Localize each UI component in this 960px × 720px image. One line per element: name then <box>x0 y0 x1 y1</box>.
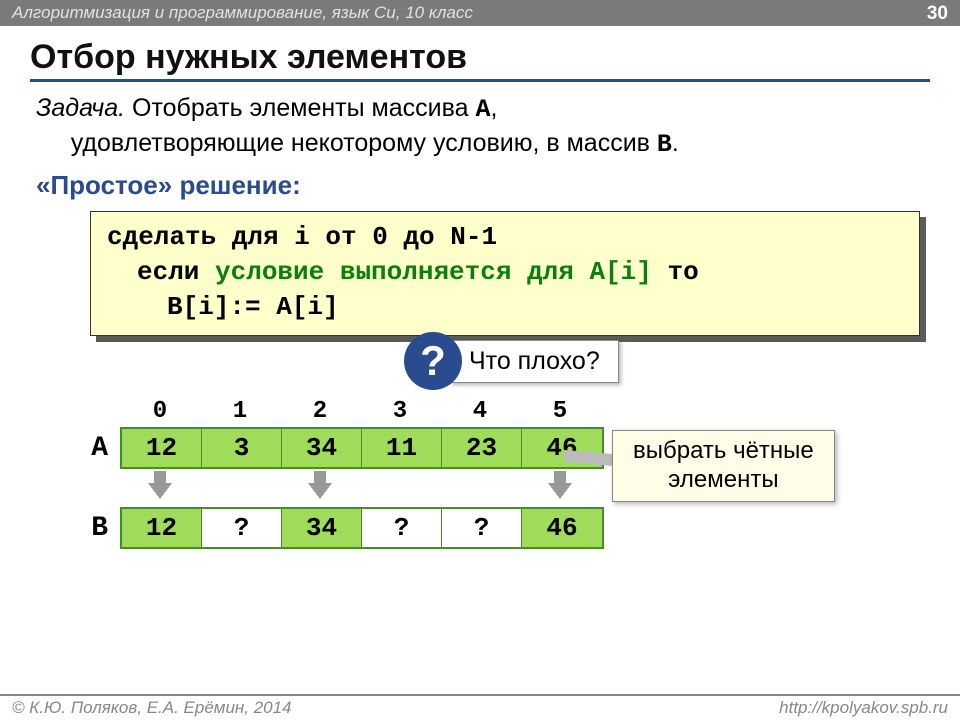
page-title: Отбор нужных элементов <box>30 38 930 82</box>
index-row: 0 1 2 3 4 5 <box>120 398 604 425</box>
arrow-row <box>120 469 604 505</box>
cell: 11 <box>362 429 442 467</box>
cell: 34 <box>282 509 362 547</box>
arrow-down-icon <box>150 471 170 499</box>
cell: 23 <box>442 429 522 467</box>
question-text: Что плохо? <box>450 340 619 383</box>
code-block: сделать для i от 0 до N-1 если условие в… <box>90 211 920 336</box>
code-line-1: сделать для i от 0 до N-1 <box>107 220 903 255</box>
array-illustration: 0 1 2 3 4 5 A 12 3 34 11 23 46 B 12 ? 34… <box>70 398 604 549</box>
header-bar: Алгоритмизация и программирование, язык … <box>0 0 960 26</box>
cell: 12 <box>122 429 202 467</box>
cell: ? <box>202 509 282 547</box>
task-text: Задача. Отобрать элементы массива A, удо… <box>36 92 930 162</box>
task-label: Задача. <box>36 94 125 122</box>
copyright: © К.Ю. Поляков, Е.А. Ерёмин, 2014 <box>12 698 292 720</box>
array-name-b: B <box>657 130 672 159</box>
cell: ? <box>442 509 522 547</box>
site-url: http://kpolyakov.spb.ru <box>779 698 948 720</box>
cell: ? <box>362 509 442 547</box>
array-b-row: B 12 ? 34 ? ? 46 <box>70 507 604 549</box>
code-line-3: B[i]:= A[i] <box>107 290 903 325</box>
question-callout: ? Что плохо? <box>404 332 619 390</box>
code-line-2: если условие выполняется для A[i] то <box>107 255 903 290</box>
question-mark-icon: ? <box>404 332 462 390</box>
solution-subhead: «Простое» решение: <box>36 170 930 201</box>
side-note: выбрать чётные элементы <box>612 430 835 502</box>
page-number: 30 <box>927 3 948 26</box>
array-name-a: A <box>475 95 490 124</box>
arrow-down-icon <box>550 471 570 499</box>
cell: 34 <box>282 429 362 467</box>
array-a-row: A 12 3 34 11 23 46 <box>70 427 604 469</box>
cell: 12 <box>122 509 202 547</box>
course-label: Алгоритмизация и программирование, язык … <box>12 3 473 26</box>
cell: 3 <box>202 429 282 467</box>
arrow-down-icon <box>310 471 330 499</box>
footer-bar: © К.Ю. Поляков, Е.А. Ерёмин, 2014 http:/… <box>0 694 960 720</box>
cell: 46 <box>522 509 602 547</box>
